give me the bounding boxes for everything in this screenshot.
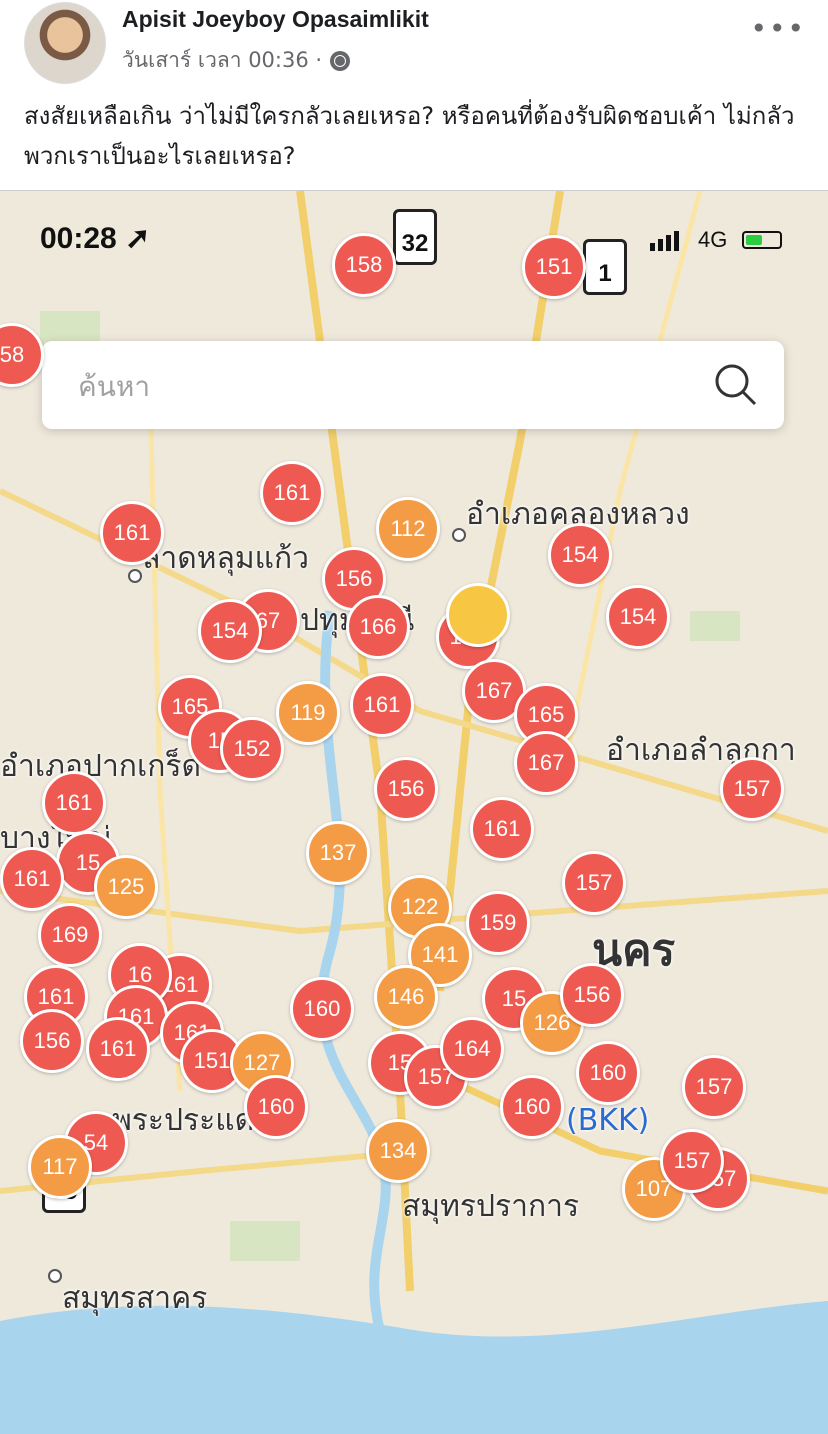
aqi-marker[interactable]: 117 (28, 1135, 92, 1199)
highway-shield: 1 (583, 239, 627, 295)
aqi-marker[interactable]: 154 (548, 523, 612, 587)
aqi-marker[interactable]: 157 (562, 851, 626, 915)
status-time-text: 00:28 (40, 222, 117, 255)
post-text: สงสัยเหลือเกิน ว่าไม่มีใครกลัวเลยเหรอ? ห… (24, 102, 795, 170)
network-type: 4G (698, 227, 728, 252)
aqi-marker[interactable]: 160 (500, 1075, 564, 1139)
place-pak-kret: อำเภอปากเกร็ด (0, 749, 201, 784)
search-icon[interactable] (712, 361, 758, 407)
aqi-marker[interactable]: 161 (470, 797, 534, 861)
aqi-marker[interactable]: 156 (374, 757, 438, 821)
place-samut-prakan: สมุทรปราการ (402, 1189, 580, 1224)
search-bar[interactable]: ค้นหา (42, 341, 784, 429)
signal-icon (650, 231, 679, 251)
place-dot (452, 528, 466, 542)
aqi-marker[interactable]: 160 (576, 1041, 640, 1105)
aqi-marker[interactable]: 154 (606, 585, 670, 649)
map-screenshot: 00:28 ➚ 4G 32 1 35 ค้นหา อำเภอคลองหลวง ล… (0, 190, 828, 1434)
aqi-marker[interactable]: 156 (560, 963, 624, 1027)
globe-icon (330, 50, 351, 71)
place-lat-lum-kaeo: ลาดหลุมแก้ว (142, 541, 309, 576)
aqi-marker[interactable]: 157 (682, 1055, 746, 1119)
place-dot (128, 569, 142, 583)
avatar[interactable] (24, 2, 106, 84)
aqi-marker[interactable]: 151 (522, 235, 586, 299)
aqi-marker[interactable]: 169 (38, 903, 102, 967)
aqi-marker[interactable]: 161 (0, 847, 64, 911)
post-header: Apisit Joeyboy Opasaimlikit วันเสาร์ เวล… (0, 0, 828, 88)
place-samut-sakhon: สมุทรสาคร (62, 1281, 208, 1316)
aqi-marker[interactable]: 161 (42, 771, 106, 835)
aqi-marker[interactable]: 125 (94, 855, 158, 919)
aqi-marker[interactable]: 161 (260, 461, 324, 525)
aqi-marker[interactable]: 134 (366, 1119, 430, 1183)
aqi-marker[interactable]: 157 (720, 757, 784, 821)
aqi-marker[interactable]: 112 (376, 497, 440, 561)
more-options-icon[interactable]: ••• (750, 12, 806, 45)
aqi-marker[interactable]: 146 (374, 965, 438, 1029)
aqi-marker[interactable]: 160 (290, 977, 354, 1041)
aqi-marker[interactable]: 152 (220, 717, 284, 781)
aqi-marker[interactable]: 156 (20, 1009, 84, 1073)
search-placeholder: ค้นหา (78, 370, 151, 403)
aqi-marker[interactable]: 161 (86, 1017, 150, 1081)
highway-shield: 32 (393, 209, 437, 265)
aqi-marker[interactable]: 119 (276, 681, 340, 745)
aqi-marker[interactable]: 164 (440, 1017, 504, 1081)
aqi-marker[interactable]: 161 (350, 673, 414, 737)
aqi-marker[interactable]: 137 (306, 821, 370, 885)
post-timestamp[interactable]: วันเสาร์ เวลา 00:36 · (122, 44, 322, 77)
aqi-marker[interactable]: 167 (514, 731, 578, 795)
aqi-marker[interactable]: 160 (244, 1075, 308, 1139)
status-time: 00:28 ➚ (40, 222, 151, 255)
aqi-marker[interactable]: 166 (346, 595, 410, 659)
post-meta: วันเสาร์ เวลา 00:36 · (122, 44, 351, 77)
place-bkk: (BKK) (566, 1103, 650, 1138)
aqi-marker[interactable]: 159 (466, 891, 530, 955)
battery-icon (742, 231, 782, 249)
author-name[interactable]: Apisit Joeyboy Opasaimlikit (122, 6, 429, 33)
aqi-marker[interactable]: 154 (198, 599, 262, 663)
aqi-marker[interactable]: 161 (100, 501, 164, 565)
aqi-marker[interactable]: 158 (332, 233, 396, 297)
aqi-marker[interactable]: 157 (660, 1129, 724, 1193)
aqi-marker[interactable] (446, 583, 510, 647)
place-dot (48, 1269, 62, 1283)
